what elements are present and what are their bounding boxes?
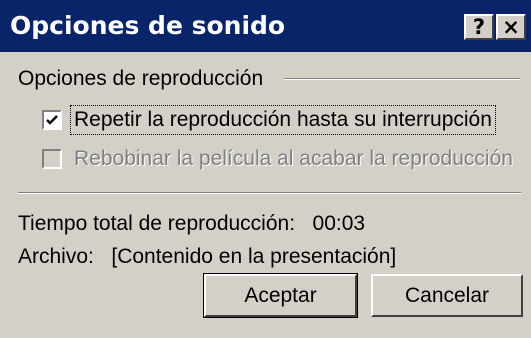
loop-checkbox[interactable]: [42, 110, 62, 130]
rewind-checkbox: [42, 149, 62, 169]
file-info: Archivo: [Contenido en la presentación]: [18, 245, 397, 268]
loop-checkbox-label[interactable]: Repetir la reproducción hasta su interru…: [70, 105, 496, 135]
help-button[interactable]: ?: [464, 14, 494, 40]
title-bar[interactable]: Opciones de sonido ? ×: [0, 0, 531, 52]
rewind-checkbox-label: Rebobinar la película al acabar la repro…: [74, 147, 513, 170]
cancel-button[interactable]: Cancelar: [371, 274, 523, 317]
checkmark-icon: [46, 115, 58, 125]
section-divider: [18, 192, 521, 194]
group-divider: [284, 78, 520, 80]
ok-button[interactable]: Aceptar: [203, 273, 358, 318]
close-button[interactable]: ×: [496, 14, 526, 40]
sound-options-dialog: Opciones de sonido ? × Opciones de repro…: [0, 0, 531, 338]
total-playback-time: Tiempo total de reproducción: 00:03: [18, 212, 366, 235]
playback-options-group-label: Opciones de reproducción: [18, 67, 264, 90]
window-title: Opciones de sonido: [10, 11, 286, 40]
